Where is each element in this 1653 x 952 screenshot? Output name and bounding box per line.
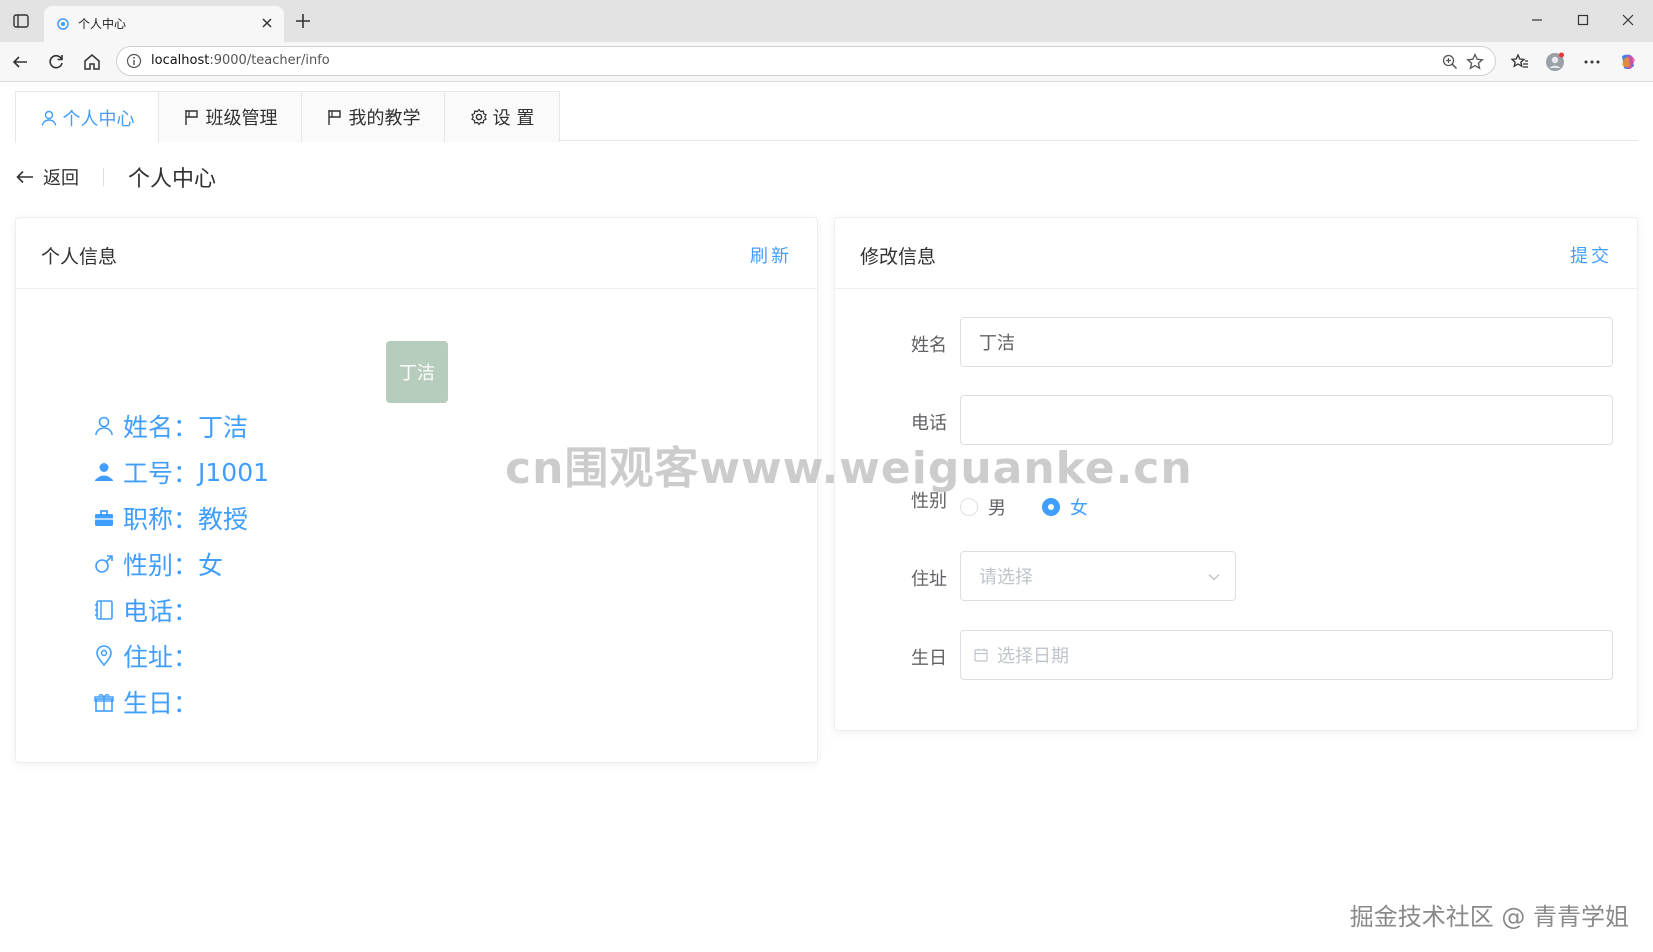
- browser-tab-strip: 个人中心: [0, 0, 1653, 42]
- tab-label: 我的教学: [348, 108, 421, 129]
- new-tab-icon[interactable]: [294, 12, 312, 30]
- back-button[interactable]: 返回: [15, 164, 79, 190]
- info-label: 生日：: [123, 689, 199, 718]
- radio-label: 女: [1070, 498, 1088, 519]
- address-bar: localhost:9000/teacher/info: [0, 42, 1653, 82]
- card-title: 修改信息: [860, 246, 937, 268]
- info-value: J1001: [198, 457, 270, 487]
- refresh-button[interactable]: 刷新: [750, 242, 792, 268]
- home-icon[interactable]: [82, 52, 102, 72]
- user-solid-icon: [95, 463, 113, 481]
- flag-icon: [327, 110, 341, 125]
- radio-circle[interactable]: [960, 498, 978, 516]
- info-row-gender: 性别：女: [93, 546, 223, 582]
- window-close-icon[interactable]: [1620, 12, 1636, 28]
- user-icon: [41, 110, 56, 126]
- location-icon: [96, 645, 112, 667]
- tab-my-teaching[interactable]: 我的教学: [301, 91, 445, 142]
- more-icon[interactable]: [1582, 52, 1602, 72]
- info-value: 丁洁: [198, 413, 249, 442]
- url-text: localhost:9000/teacher/info: [151, 53, 330, 68]
- reload-icon[interactable]: [46, 52, 66, 72]
- favorites-icon[interactable]: [1510, 52, 1530, 72]
- info-label: 姓名：: [123, 413, 199, 442]
- info-row-phone: 电话：: [93, 592, 198, 628]
- url-field[interactable]: localhost:9000/teacher/info: [116, 46, 1496, 76]
- back-arrow-icon[interactable]: [10, 52, 30, 72]
- name-label: 姓名: [911, 335, 947, 356]
- card-title: 个人信息: [41, 246, 118, 268]
- name-input[interactable]: 丁洁: [960, 317, 1613, 367]
- browser-tab-title: 个人中心: [78, 17, 127, 31]
- tab-label: 设 置: [492, 108, 535, 129]
- page-title: 个人中心: [128, 167, 217, 192]
- browser-tab[interactable]: 个人中心: [44, 6, 284, 42]
- gender-radio-male[interactable]: 男: [960, 494, 1006, 520]
- favicon-icon: [57, 18, 69, 30]
- zoom-icon[interactable]: [1441, 53, 1459, 71]
- info-value: 教授: [198, 505, 249, 534]
- gender-radio-female[interactable]: 女: [1042, 494, 1088, 520]
- user-icon: [95, 416, 113, 436]
- close-icon[interactable]: [260, 16, 274, 30]
- card-header: 修改信息 提交: [835, 218, 1637, 289]
- tab-label: 个人中心: [62, 108, 135, 130]
- info-label: 性别：: [123, 551, 199, 580]
- copilot-icon[interactable]: [1618, 52, 1638, 72]
- info-label: 工号：: [123, 459, 199, 488]
- tab-label: 班级管理: [205, 108, 278, 129]
- maximize-icon[interactable]: [1575, 12, 1591, 28]
- profile-avatar-icon[interactable]: [1545, 52, 1565, 72]
- chevron-down-icon: [1208, 574, 1220, 581]
- male-icon: [95, 555, 113, 573]
- info-row-birthday: 生日：: [93, 684, 198, 720]
- flag-icon: [184, 110, 198, 125]
- info-row-name: 姓名： 丁洁: [93, 408, 248, 444]
- back-label: 返回: [43, 168, 79, 189]
- tab-class-management[interactable]: 班级管理: [158, 91, 302, 142]
- card-header: 个人信息 刷新: [16, 218, 817, 289]
- radio-circle-checked[interactable]: [1042, 498, 1060, 516]
- tab-settings[interactable]: 设 置: [444, 91, 560, 142]
- watermark-text: cn围观客www.weiguanke.cn: [505, 443, 1193, 494]
- favorite-star-icon[interactable]: [1465, 52, 1485, 72]
- info-row-title: 职称： 教授: [93, 500, 248, 536]
- info-value: 女: [198, 551, 224, 580]
- info-icon[interactable]: [126, 53, 142, 69]
- gender-radio-group: 男 女: [960, 494, 1124, 520]
- page-header: 返回 个人中心: [15, 157, 216, 197]
- address-label: 住址: [911, 569, 947, 590]
- info-row-job-number: 工号： J1001: [93, 454, 269, 490]
- birthday-placeholder: 选择日期: [997, 646, 1069, 667]
- info-label: 职称：: [123, 505, 199, 534]
- birthday-label: 生日: [911, 648, 947, 669]
- credit-text: 掘金技术社区 @ 青青学姐: [1349, 903, 1629, 931]
- info-label: 住址：: [123, 643, 199, 672]
- calendar-icon: [974, 648, 988, 662]
- avatar: 丁洁: [386, 341, 448, 403]
- tab-personal-center[interactable]: 个人中心: [15, 91, 159, 143]
- minimize-icon[interactable]: [1529, 12, 1545, 28]
- submit-button[interactable]: 提交: [1570, 242, 1612, 268]
- radio-label: 男: [988, 498, 1006, 519]
- briefcase-icon: [95, 510, 113, 526]
- sidebar-toggle-icon[interactable]: [12, 12, 30, 30]
- back-arrow-icon: [16, 170, 33, 184]
- app-nav-tabs: 个人中心 班级管理 我的教学 设 置: [15, 91, 1638, 143]
- header-divider: [103, 168, 104, 186]
- address-placeholder: 请选择: [979, 567, 1033, 588]
- birthday-date-picker[interactable]: 选择日期: [960, 630, 1613, 680]
- notebook-icon: [95, 600, 113, 620]
- address-select[interactable]: 请选择: [960, 551, 1236, 601]
- gear-icon: [470, 108, 487, 126]
- info-row-address: 住址：: [93, 638, 198, 674]
- info-label: 电话：: [123, 597, 199, 626]
- present-icon: [94, 694, 114, 712]
